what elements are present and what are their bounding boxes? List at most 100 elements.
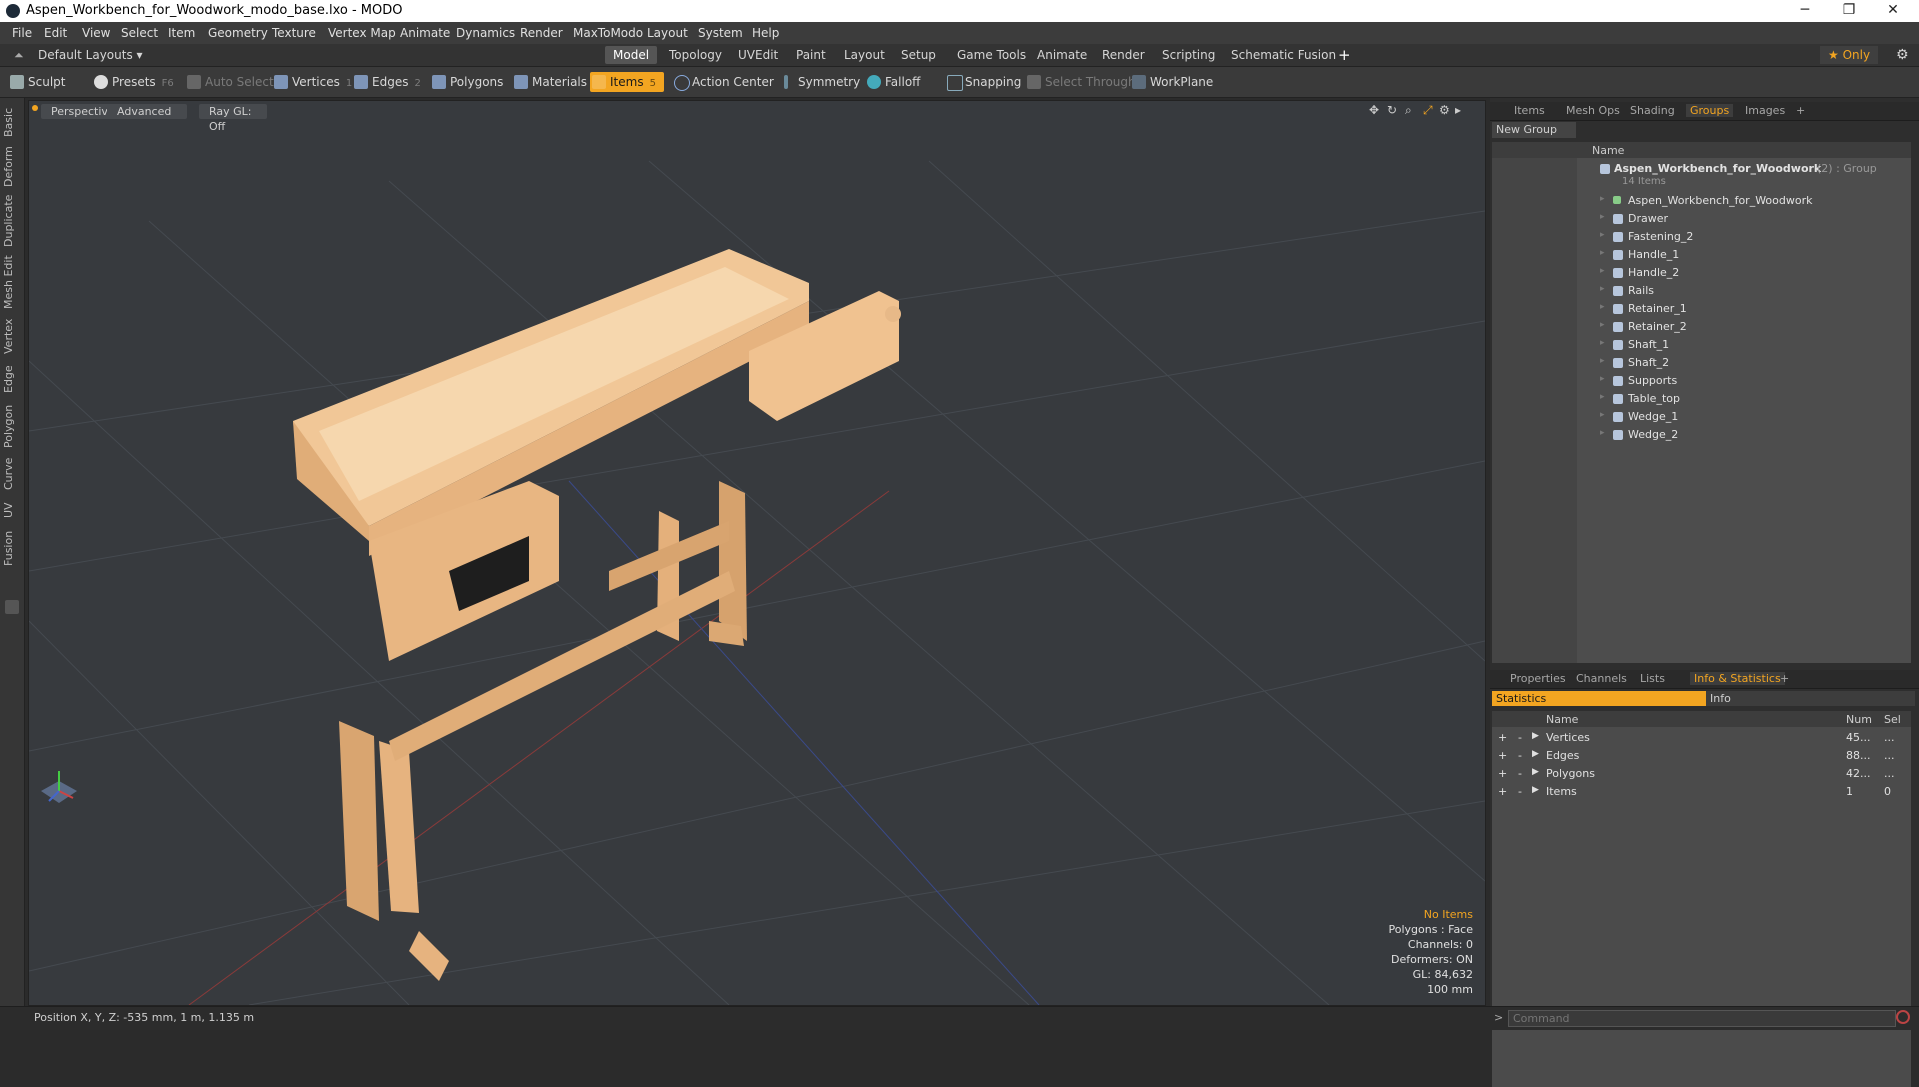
command-input[interactable] <box>1508 1010 1896 1027</box>
tab-mesh-edit[interactable]: Mesh Edit <box>2 254 22 310</box>
expand-arrow-icon[interactable]: ▶ <box>1532 767 1539 777</box>
workplane-button[interactable]: WorkPlane <box>1130 72 1213 92</box>
new-group-button[interactable]: New Group <box>1492 122 1576 138</box>
expand-arrow-icon[interactable]: ▶ <box>1532 785 1539 795</box>
rotate-view-icon[interactable]: ↻ <box>1387 103 1397 117</box>
select-through-button[interactable]: Select Through <box>1025 72 1136 92</box>
auto-select-button[interactable]: Auto Select <box>185 72 274 92</box>
table-row[interactable]: + - ▶ Items 1 0 <box>1492 783 1911 801</box>
materials-button[interactable]: Materials <box>512 72 587 92</box>
shading-mode-button[interactable]: Advanced <box>107 104 187 119</box>
tab-animate[interactable]: Animate <box>1029 46 1095 64</box>
list-item[interactable]: ▸ Fastening_2 <box>1490 228 1909 246</box>
info-subtab[interactable]: Info <box>1706 691 1915 706</box>
symmetry-button[interactable]: Symmetry <box>778 72 860 92</box>
tab-info-statistics[interactable]: Info & Statistics <box>1690 672 1785 685</box>
list-item[interactable]: ▸ Shaft_2 <box>1490 354 1909 372</box>
raygl-button[interactable]: Ray GL: Off <box>199 104 267 133</box>
add-info-tab[interactable]: + <box>1780 672 1789 685</box>
tab-polygon[interactable]: Polygon <box>2 402 22 450</box>
add-panel-tab[interactable]: + <box>1796 104 1805 117</box>
tab-channels[interactable]: Channels <box>1576 672 1627 685</box>
menu-render[interactable]: Render <box>520 26 563 40</box>
list-item[interactable]: ▸ Aspen_Workbench_for_Woodwork <box>1490 192 1909 210</box>
tab-model[interactable]: Model <box>605 46 658 64</box>
tab-uv[interactable]: UV <box>2 498 22 522</box>
falloff-button[interactable]: Falloff <box>865 72 920 92</box>
panel-toggle-icon[interactable] <box>5 600 19 614</box>
menu-edit[interactable]: Edit <box>44 26 67 40</box>
menu-dynamics[interactable]: Dynamics <box>456 26 515 40</box>
only-toggle[interactable]: ★ Only <box>1820 46 1879 64</box>
tab-render[interactable]: Render <box>1094 46 1153 64</box>
maximize-button[interactable]: ❐ <box>1829 2 1869 18</box>
move-view-icon[interactable]: ✥ <box>1369 103 1379 117</box>
list-item[interactable]: ▸ Wedge_2 <box>1490 426 1909 444</box>
viewport-more-icon[interactable]: ▸ <box>1455 103 1461 117</box>
expand-plus-icon[interactable]: + <box>1498 731 1507 744</box>
tab-items[interactable]: Items <box>1514 104 1545 117</box>
tab-mesh-ops[interactable]: Mesh Ops <box>1566 104 1620 117</box>
list-item[interactable]: ▸ Handle_2 <box>1490 264 1909 282</box>
expand-arrow-icon[interactable]: ▶ <box>1532 749 1539 759</box>
minimize-button[interactable]: ─ <box>1785 2 1825 18</box>
items-button[interactable]: Items 5 <box>590 72 664 92</box>
menu-geometry[interactable]: Geometry <box>208 26 268 40</box>
table-row[interactable]: + - ▶ Edges 88... ... <box>1492 747 1911 765</box>
tab-game-tools[interactable]: Game Tools <box>949 46 1034 64</box>
tab-fusion[interactable]: Fusion <box>2 528 22 568</box>
tab-lists[interactable]: Lists <box>1640 672 1665 685</box>
expand-plus-icon[interactable]: + <box>1498 785 1507 798</box>
tab-layout[interactable]: Layout <box>836 46 893 64</box>
tab-edge[interactable]: Edge <box>2 362 22 396</box>
expand-plus-icon[interactable]: + <box>1498 767 1507 780</box>
menu-texture[interactable]: Texture <box>272 26 316 40</box>
menu-item[interactable]: Item <box>168 26 195 40</box>
collapse-minus-icon[interactable]: - <box>1518 767 1522 780</box>
menu-file[interactable]: File <box>12 26 32 40</box>
menu-layout[interactable]: Layout <box>647 26 688 40</box>
tab-setup[interactable]: Setup <box>893 46 944 64</box>
menu-vertex-map[interactable]: Vertex Map <box>328 26 396 40</box>
polygons-button[interactable]: Polygons <box>430 72 503 92</box>
presets-button[interactable]: Presets F6 <box>92 72 174 92</box>
tab-curve[interactable]: Curve <box>2 456 22 492</box>
list-item[interactable]: ▸ Rails <box>1490 282 1909 300</box>
edges-button[interactable]: Edges 2 <box>352 72 421 92</box>
tab-groups[interactable]: Groups <box>1686 104 1734 117</box>
layout-toggle-icon[interactable]: ⏶ <box>6 46 32 64</box>
table-row[interactable]: + - ▶ Vertices 45... ... <box>1492 729 1911 747</box>
zoom-view-icon[interactable]: ⌕ <box>1405 103 1412 118</box>
collapse-minus-icon[interactable]: - <box>1518 749 1522 762</box>
tab-uvedit[interactable]: UVEdit <box>730 46 786 64</box>
default-layouts-dropdown[interactable]: Default Layouts ▾ <box>30 46 151 64</box>
menu-view[interactable]: View <box>82 26 110 40</box>
tab-deform[interactable]: Deform <box>2 146 22 188</box>
sculpt-button[interactable]: Sculpt <box>8 72 65 92</box>
settings-gear-icon[interactable]: ⚙ <box>1888 46 1917 64</box>
menu-system[interactable]: System <box>698 26 743 40</box>
list-item[interactable]: ▸ Wedge_1 <box>1490 408 1909 426</box>
tab-scripting[interactable]: Scripting <box>1154 46 1223 64</box>
tab-topology[interactable]: Topology <box>661 46 730 64</box>
tab-images[interactable]: Images <box>1745 104 1785 117</box>
menu-select[interactable]: Select <box>121 26 158 40</box>
menu-help[interactable]: Help <box>752 26 779 40</box>
list-item[interactable]: ▸ Shaft_1 <box>1490 336 1909 354</box>
tab-duplicate[interactable]: Duplicate <box>2 194 22 248</box>
tab-shading[interactable]: Shading <box>1630 104 1675 117</box>
tab-vertex[interactable]: Vertex <box>2 316 22 356</box>
viewport-settings-icon[interactable]: ⚙ <box>1439 103 1450 117</box>
menu-animate[interactable]: Animate <box>400 26 450 40</box>
list-item[interactable]: ▸ Handle_1 <box>1490 246 1909 264</box>
list-item[interactable]: ▸ Supports <box>1490 372 1909 390</box>
vertices-button[interactable]: Vertices 1 <box>272 72 352 92</box>
tab-basic[interactable]: Basic <box>2 104 22 140</box>
3d-viewport[interactable]: Perspective Advanced Ray GL: Off ✥ ↻ ⌕ ⤢… <box>28 100 1486 1006</box>
close-button[interactable]: ✕ <box>1873 2 1913 18</box>
list-item[interactable]: ▸ Drawer <box>1490 210 1909 228</box>
snapping-button[interactable]: Snapping <box>945 72 1021 92</box>
record-icon[interactable] <box>1896 1010 1910 1024</box>
expand-arrow-icon[interactable]: ▶ <box>1532 731 1539 741</box>
statistics-subtab[interactable]: Statistics <box>1492 691 1706 706</box>
